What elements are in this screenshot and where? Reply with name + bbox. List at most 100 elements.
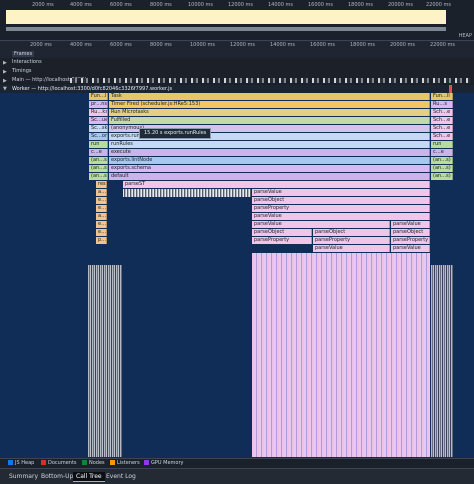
flame-right-row10[interactable]: (an…s) [431,173,453,180]
flame-task[interactable]: Task [109,93,430,100]
flame-fulfilled[interactable]: Fulfilled [109,117,430,124]
flame-right-row0[interactable]: Fun…ll [431,93,453,100]
flame-parseproperty[interactable]: parseProperty [313,237,390,244]
memory-legend: JS Heap Documents Nodes Listeners GPU Me… [0,458,474,468]
flame-left-sub[interactable]: e… [96,205,107,212]
flame-parseobject[interactable]: parseObject [252,229,312,236]
flame-right-row9[interactable]: (an…s) [431,165,453,172]
flame-parsevalue[interactable]: parseValue [391,245,430,252]
flame-right-row2[interactable]: Sch…e [431,109,453,116]
legend-js-heap[interactable]: JS Heap [8,460,34,466]
flame-low-stack-right [431,265,453,457]
ruler-tick: 10000 ms [190,42,215,48]
flame-runrules[interactable]: runRules [109,141,430,148]
flame-left-sub[interactable]: a… [96,189,107,196]
flame-left-sub[interactable]: e… [96,229,107,236]
flame-parseproperty[interactable]: parseProperty [252,205,430,212]
checkbox-icon[interactable] [8,460,13,465]
flame-parsevalue[interactable]: parseValue [391,221,430,228]
frames-label: Frames [12,51,35,57]
flame-right-row6[interactable]: run [431,141,453,148]
ruler-tick: 22000 ms [430,42,455,48]
flame-right-row7[interactable]: c…e [431,149,453,156]
flame-parseobject[interactable]: parseObject [252,197,430,204]
flame-dense-calls [123,189,251,197]
flame-right-row8[interactable]: (an…s) [431,157,453,164]
ruler-tick: 8000 ms [150,42,172,48]
tab-call-tree[interactable]: Call Tree [73,472,105,482]
collapse-triangle-icon[interactable]: ▼ [3,86,7,92]
overview-tick: 8000 ms [150,2,172,8]
worker-track-header[interactable]: ▼ Worker — http://localhost:3300/d0fc820… [0,85,474,93]
legend-gpu-memory[interactable]: GPU Memory [144,460,183,466]
flame-parseobject[interactable]: parseObject [391,229,430,236]
tab-summary[interactable]: Summary [6,472,41,481]
flame-right-row3[interactable]: Sch…e [431,117,453,124]
legend-documents[interactable]: Documents [41,460,77,466]
flame-left-row9[interactable]: (an…s) [89,165,108,172]
expand-triangle-icon[interactable]: ▶ [3,69,7,75]
flame-low-stack-left [88,265,122,457]
flame-left-sub[interactable]: a… [96,213,107,220]
flame-parseproperty[interactable]: parseProperty [252,237,312,244]
worker-label: Worker — http://localhost:3300/d0fc82046… [12,86,173,92]
ruler-tick: 4000 ms [70,42,92,48]
checkbox-icon[interactable] [144,460,149,465]
flame-timer-fired[interactable]: Timer Fired (scheduler.js:HRe5:153) [109,101,430,108]
flame-execute[interactable]: execute [109,149,430,156]
flame-left-sub[interactable]: e… [96,197,107,204]
heap-label: HEAP [458,33,472,39]
checkbox-icon[interactable] [41,460,46,465]
tooltip-name: exports.runRules [164,130,207,136]
flame-right-row4[interactable]: Sch…e [431,125,453,132]
flame-left-row10[interactable]: (an…s) [89,173,108,180]
checkbox-icon[interactable] [82,460,87,465]
flame-parseproperty[interactable]: parseProperty [391,237,430,244]
long-task-marker [449,85,452,93]
flame-right-row1[interactable]: Ru…s [431,101,453,108]
flame-exports-lintnode[interactable]: exports.lintNode [109,157,430,164]
legend-listeners[interactable]: Listeners [110,460,140,466]
main-activity-strip [70,78,470,83]
flame-parsest[interactable]: parseST [123,181,430,188]
flame-parsevalue[interactable]: parseValue [252,189,430,196]
flame-parseobject[interactable]: parseObject [313,229,390,236]
checkbox-icon[interactable] [110,460,115,465]
network-strip [6,27,446,31]
ruler-tick: 12000 ms [230,42,255,48]
cpu-activity-strip [6,10,446,24]
ruler-tick: 18000 ms [350,42,375,48]
flame-left-sub[interactable]: p… [96,237,107,244]
flame-left-row6[interactable]: run [89,141,108,148]
frames-track[interactable]: Frames [0,50,474,58]
flame-left-row4[interactable]: Sc…sk [89,125,108,132]
ruler-tick: 20000 ms [390,42,415,48]
overview-tick: 20000 ms [388,2,413,8]
flame-deep-recursion [252,253,430,457]
flame-left-row3[interactable]: Sc…ue [89,117,108,124]
worker-flame-chart[interactable]: ▼ Worker — http://localhost:3300/d0fc820… [0,85,474,457]
flame-left-row2[interactable]: Ru…ks [89,109,108,116]
flame-left-row8[interactable]: (an…s) [89,157,108,164]
flame-left-sub[interactable]: e… [96,221,107,228]
flame-left-row1[interactable]: pr…ns [89,101,108,108]
flame-left-sub[interactable]: res [96,181,107,188]
legend-nodes[interactable]: Nodes [82,460,105,466]
timeline-overview[interactable]: 2000 ms 4000 ms 6000 ms 8000 ms 10000 ms… [0,0,474,41]
flame-parsevalue[interactable]: parseValue [313,245,390,252]
flame-left-row7[interactable]: c…e [89,149,108,156]
flame-run-microtasks[interactable]: Run Microtasks [109,109,430,116]
expand-triangle-icon[interactable]: ▶ [3,78,7,84]
flame-left-row0[interactable]: Fun…l [89,93,108,100]
flame-default[interactable]: default [109,173,430,180]
flame-parsevalue[interactable]: parseValue [252,221,390,228]
expand-triangle-icon[interactable]: ▶ [3,60,7,66]
flame-exports-schema[interactable]: exports.schema [109,165,430,172]
tab-bottom-up[interactable]: Bottom-Up [38,472,76,481]
tab-event-log[interactable]: Event Log [103,472,139,481]
flame-parsevalue[interactable]: parseValue [252,213,430,220]
overview-tick: 6000 ms [110,2,132,8]
ruler-tick: 6000 ms [110,42,132,48]
flame-right-row5[interactable]: Sch…e [431,133,453,140]
flame-left-row5[interactable]: Sc…on [89,133,108,140]
